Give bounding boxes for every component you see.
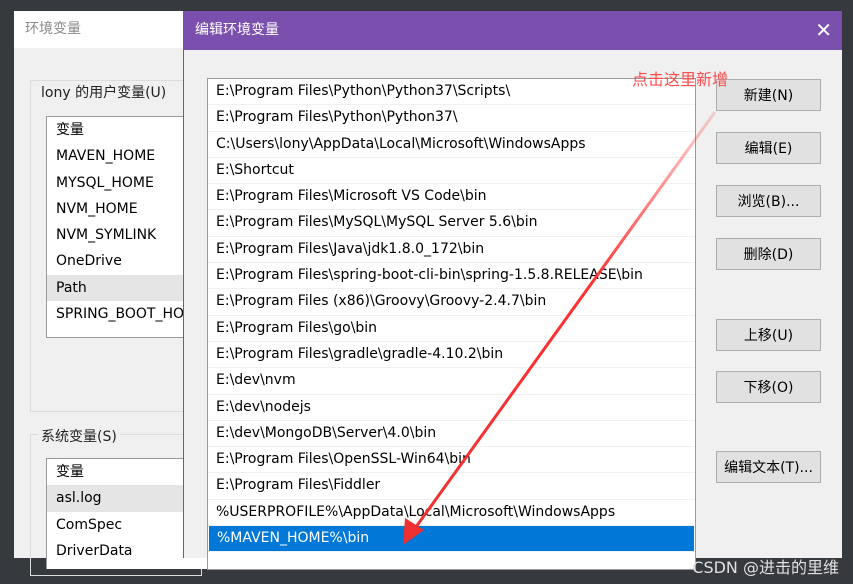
annotation-arrow	[403, 111, 717, 545]
watermark: CSDN @进击的里维	[692, 558, 839, 577]
arrow-line	[406, 111, 717, 539]
